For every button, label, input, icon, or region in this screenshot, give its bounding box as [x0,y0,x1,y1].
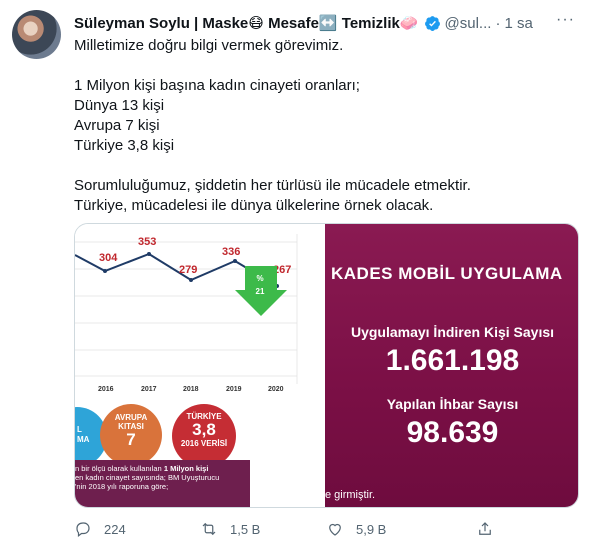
tweet-actions: 224 1,5 B 5,9 B [74,520,574,540]
europe-circle-value: 7 [126,430,136,449]
caption-line-2: en kadın cinayet sayısında; BM Uyuşturuc… [75,473,220,482]
turkey-rate-circle: TÜRKİYE 3,8 2016 VERİSİ [172,404,236,468]
like-count: 5,9 B [356,521,387,537]
tweet-text: Milletimize doğru bilgi vermek görevimiz… [74,37,471,214]
world-circle-label-1: L [77,425,82,434]
year-label-2019: 2019 [226,386,242,393]
downloads-label: Uygulamayı İndiren Kişi Sayısı [350,324,555,340]
caption-line-1-bold: 1 Milyon kişi [163,464,209,473]
tweet-timestamp[interactable]: 1 sa [504,15,532,32]
retweet-count: 1,5 B [230,521,261,537]
author-name[interactable]: Süleyman Soylu | Maske😷 Mesafe↔️ Temizli… [74,14,419,32]
kades-panel: KADES MOBİL UYGULAMA Uygulamayı İndiren … [325,224,578,507]
chart-caption: n bir ölçü olarak kullanılan 1 Milyon ki… [75,460,250,507]
arrow-value: 21 [255,287,265,296]
arrow-percent: % [256,274,264,283]
chart-value-2019: 336 [222,246,241,258]
reports-value: 98.639 [406,416,499,449]
reply-icon [76,522,90,537]
chart-value-2018: 279 [179,264,198,276]
europe-circle-label-1: AVRUPA [114,413,148,422]
reply-button[interactable]: 224 [74,520,126,538]
chart-value-2017: 353 [138,236,157,248]
share-button[interactable] [476,520,506,538]
world-circle-label-2: MA [77,435,90,444]
year-label-2016: 2016 [98,386,114,393]
kades-title: KADES MOBİL UYGULAMA [331,264,563,283]
turkey-circle-note: 2016 VERİSİ [180,439,228,448]
more-options-icon[interactable]: ··· [556,11,575,29]
like-button[interactable]: 5,9 B [326,520,386,538]
turkey-circle-value: 3,8 [192,420,216,439]
chart-panel: 304 353 279 336 267 2016 2017 2018 2019 … [75,224,325,507]
caption-line-1-text: n bir ölçü olarak kullanılan [75,464,164,473]
tweet-media-image[interactable]: 304 353 279 336 267 2016 2017 2018 2019 … [74,223,579,508]
separator-dot: · [495,14,501,32]
chart-value-2016: 304 [99,252,118,264]
kades-footer-text: e girmiştir. [325,489,376,501]
caption-line-1: n bir ölçü olarak kullanılan 1 Milyon ki… [75,464,246,473]
retweet-button[interactable]: 1,5 B [200,520,260,538]
downloads-value: 1.661.198 [385,344,520,377]
year-label-2017: 2017 [141,386,157,393]
retweet-icon [202,522,216,536]
year-label-2018: 2018 [183,386,199,393]
share-icon [479,522,491,535]
europe-rate-circle: AVRUPA KITASI 7 [100,404,162,466]
verified-badge-icon [424,15,440,31]
year-label-2020: 2020 [268,386,284,393]
reply-count: 224 [104,521,126,537]
caption-line-3: 'nin 2018 yılı raporuna göre; [75,482,169,491]
tweet-header: Süleyman Soylu | Maske😷 Mesafe↔️ Temizli… [74,12,579,34]
author-avatar[interactable] [12,10,61,59]
trend-line-chart [75,234,298,384]
author-handle[interactable]: @sul... [445,15,492,32]
arrow-label: % 21 [245,272,275,298]
reports-label: Yapılan İhbar Sayısı [386,396,519,412]
heart-icon [329,523,341,536]
